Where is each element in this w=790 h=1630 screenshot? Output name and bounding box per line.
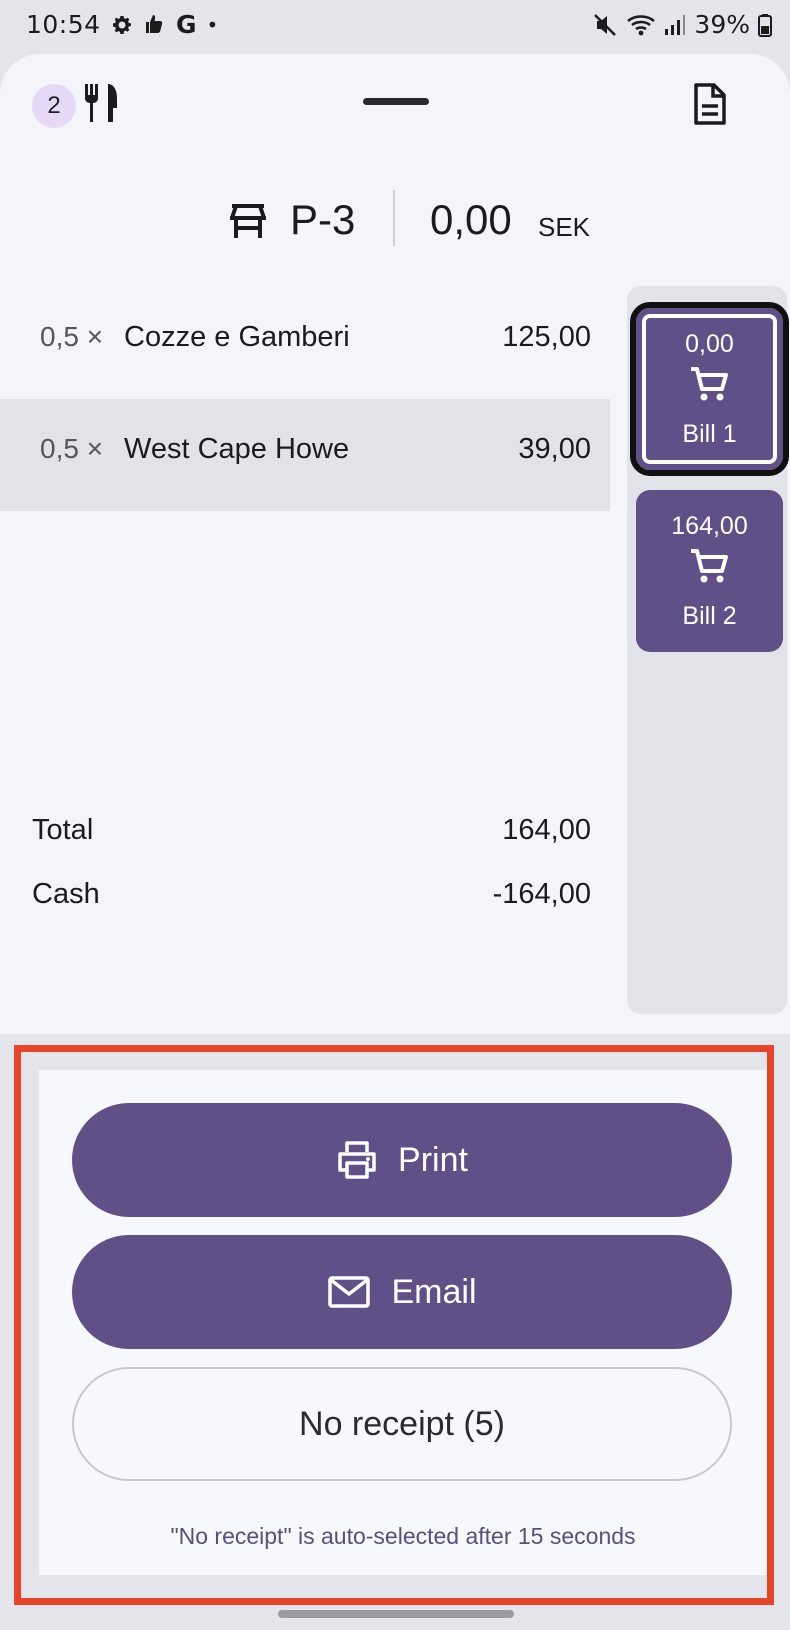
bill-card-2[interactable]: 164,00 Bill 2 bbox=[636, 490, 783, 652]
printer-icon bbox=[336, 1140, 378, 1180]
order-items-list: 0,5 × Cozze e Gamberi 125,00 0,5 × West … bbox=[0, 287, 610, 511]
cash-value: -164,00 bbox=[492, 878, 591, 910]
receipt-options-panel: Print Email No receipt (5) "No receipt" … bbox=[39, 1070, 767, 1575]
item-name: Cozze e Gamberi bbox=[124, 321, 350, 353]
bills-panel: 0,00 Bill 1 164,00 Bill 2 bbox=[627, 286, 789, 1014]
drag-handle[interactable] bbox=[363, 98, 429, 105]
wifi-icon bbox=[626, 12, 656, 38]
email-button[interactable]: Email bbox=[72, 1235, 732, 1349]
header-divider bbox=[393, 190, 395, 246]
battery-icon bbox=[758, 13, 772, 37]
print-button[interactable]: Print bbox=[72, 1103, 732, 1217]
status-time: 10:54 bbox=[26, 10, 101, 39]
status-bar: 10:54 G • 39% bbox=[0, 0, 790, 52]
receipt-options-highlight: Print Email No receipt (5) "No receipt" … bbox=[14, 1045, 774, 1605]
cash-label: Cash bbox=[32, 878, 100, 910]
receipt-doc-icon[interactable] bbox=[690, 82, 730, 131]
table-name: P-3 bbox=[290, 196, 356, 243]
item-name: West Cape Howe bbox=[124, 433, 350, 465]
status-dot: • bbox=[206, 12, 219, 37]
auto-select-hint: "No receipt" is auto-selected after 15 s… bbox=[170, 1523, 636, 1549]
cash-row: Cash -164,00 bbox=[0, 878, 610, 942]
bill-label: Bill 2 bbox=[682, 602, 737, 630]
item-quantity: 0,5 × bbox=[40, 321, 104, 352]
total-row: Total 164,00 bbox=[0, 814, 610, 878]
total-value: 164,00 bbox=[502, 814, 591, 846]
battery-percent: 39% bbox=[694, 10, 750, 39]
guest-count-badge[interactable]: 2 bbox=[32, 84, 76, 128]
envelope-icon bbox=[327, 1275, 371, 1309]
order-sheet: 2 P-3 0,00 SEK 0,5 × Cozze e Gamberi 125… bbox=[0, 54, 790, 1034]
list-item[interactable]: 0,5 × West Cape Howe 39,00 bbox=[0, 399, 610, 511]
no-receipt-label: No receipt (5) bbox=[299, 1404, 505, 1443]
item-price: 125,00 bbox=[502, 321, 591, 353]
thumbs-icon bbox=[144, 13, 166, 37]
status-system-icons: 39% bbox=[592, 10, 772, 39]
no-receipt-button[interactable]: No receipt (5) bbox=[72, 1367, 732, 1481]
order-header: P-3 0,00 SEK bbox=[0, 190, 790, 260]
bill-label: Bill 1 bbox=[682, 420, 737, 448]
signal-icon bbox=[664, 13, 686, 37]
status-notification-icons: G • bbox=[110, 10, 218, 39]
item-quantity: 0,5 × bbox=[40, 433, 104, 464]
table-icon bbox=[226, 202, 270, 247]
google-icon: G bbox=[176, 10, 197, 39]
cart-icon bbox=[689, 364, 731, 411]
bill-card-1[interactable]: 0,00 Bill 1 bbox=[630, 302, 789, 476]
item-price: 39,00 bbox=[518, 433, 591, 465]
order-currency: SEK bbox=[538, 212, 591, 242]
print-label: Print bbox=[398, 1140, 468, 1179]
fork-knife-icon[interactable] bbox=[82, 82, 124, 129]
list-item[interactable]: 0,5 × Cozze e Gamberi 125,00 bbox=[0, 287, 610, 399]
bill-amount: 0,00 bbox=[685, 330, 734, 358]
mute-icon bbox=[592, 12, 618, 38]
home-indicator[interactable] bbox=[278, 1610, 514, 1618]
gear-icon bbox=[110, 13, 134, 37]
cart-icon bbox=[689, 546, 731, 593]
order-amount: 0,00 bbox=[430, 196, 512, 243]
order-summary: Total 164,00 Cash -164,00 bbox=[0, 814, 610, 942]
email-label: Email bbox=[391, 1272, 477, 1311]
total-label: Total bbox=[32, 814, 94, 846]
bill-amount: 164,00 bbox=[671, 512, 748, 540]
